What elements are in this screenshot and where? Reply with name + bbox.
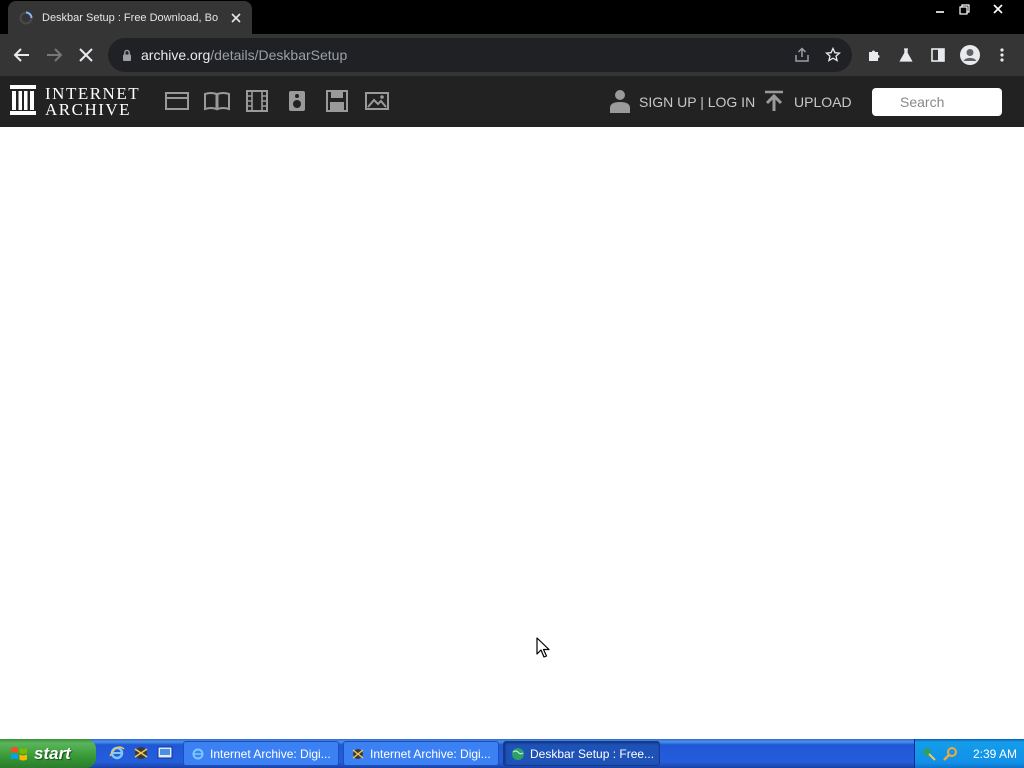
system-tray: 2:39 AM — [914, 739, 1024, 768]
start-button[interactable]: start — [0, 739, 96, 768]
taskbar-item-label: Internet Archive: Digi... — [210, 746, 331, 761]
browser-menu-icon[interactable] — [990, 43, 1014, 67]
browser-tab-strip: Deskbar Setup : Free Download, Bo — [0, 0, 1024, 34]
taskbar-item-label: Deskbar Setup : Free... — [530, 746, 655, 761]
page-content-area — [0, 127, 1024, 739]
sign-up-log-in-label: SIGN UP | LOG IN — [639, 94, 756, 110]
windows-flag-icon — [10, 745, 28, 763]
profile-avatar-icon[interactable] — [958, 43, 982, 67]
stop-loading-icon[interactable] — [74, 43, 98, 67]
screen: Deskbar Setup : Free Download, Bo archiv… — [0, 0, 1024, 768]
chrome-globe-icon — [510, 746, 526, 762]
upload-label: UPLOAD — [794, 94, 852, 110]
clock[interactable]: 2:39 AM — [973, 747, 1017, 761]
upload-link[interactable]: UPLOAD — [764, 89, 852, 115]
logo-wordmark: INTERNET ARCHIVE — [45, 85, 140, 119]
mouse-pointer-icon — [536, 637, 550, 658]
media-player-icon — [350, 746, 366, 762]
lock-icon[interactable] — [120, 48, 134, 62]
taskbar: start Internet Archive: Digi... Internet… — [0, 739, 1024, 768]
minimize-window-icon[interactable] — [928, 0, 952, 18]
internet-explorer-icon — [190, 746, 206, 762]
start-label: start — [34, 743, 71, 763]
close-tab-icon[interactable] — [228, 10, 244, 26]
search-input[interactable] — [872, 88, 1002, 116]
side-panel-icon[interactable] — [926, 43, 950, 67]
forward-arrow-icon[interactable] — [42, 43, 66, 67]
labs-flask-icon[interactable] — [894, 43, 918, 67]
browser-tab[interactable]: Deskbar Setup : Free Download, Bo — [8, 1, 252, 34]
show-desktop-icon[interactable] — [156, 744, 174, 762]
taskbar-item[interactable]: Internet Archive: Digi... — [343, 741, 499, 766]
network-icon[interactable] — [921, 746, 937, 762]
archive-building-icon — [9, 84, 37, 121]
texts-book-icon[interactable] — [204, 89, 230, 113]
close-window-icon[interactable] — [986, 0, 1010, 18]
share-icon[interactable] — [792, 45, 812, 65]
loading-spinner-icon — [18, 10, 34, 26]
internet-archive-nav: INTERNET ARCHIVE SIGN UP | LOG IN UPLOAD… — [0, 76, 1024, 127]
internet-archive-logo[interactable]: INTERNET ARCHIVE — [9, 84, 140, 121]
internet-explorer-icon[interactable] — [108, 744, 126, 762]
images-picture-icon[interactable] — [364, 89, 390, 113]
audio-speaker-icon[interactable] — [284, 89, 310, 113]
search-icon[interactable] — [943, 746, 959, 762]
bookmark-star-icon[interactable] — [823, 45, 843, 65]
url-text: archive.org/details/DeskbarSetup — [141, 47, 347, 63]
logo-line-archive: ARCHIVE — [45, 100, 132, 119]
web-icon[interactable] — [164, 89, 190, 113]
taskbar-item[interactable]: Internet Archive: Digi... — [183, 741, 339, 766]
sign-up-log-in-link[interactable]: SIGN UP | LOG IN — [610, 89, 755, 115]
browser-toolbar: archive.org/details/DeskbarSetup — [0, 34, 1024, 76]
back-arrow-icon[interactable] — [10, 43, 34, 67]
url-host: archive.org — [141, 47, 211, 63]
media-type-icons — [160, 76, 400, 127]
media-player-icon[interactable] — [132, 744, 150, 762]
extensions-puzzle-icon[interactable] — [862, 43, 886, 67]
software-floppy-icon[interactable] — [324, 89, 350, 113]
address-bar[interactable]: archive.org/details/DeskbarSetup — [108, 38, 852, 72]
video-film-icon[interactable] — [244, 89, 270, 113]
taskbar-item-label: Internet Archive: Digi... — [370, 746, 491, 761]
restore-window-icon[interactable] — [952, 0, 976, 18]
tab-title: Deskbar Setup : Free Download, Bo — [42, 11, 219, 24]
taskbar-item-active[interactable]: Deskbar Setup : Free... — [503, 741, 660, 766]
url-path: /details/DeskbarSetup — [210, 47, 348, 63]
user-icon — [610, 89, 630, 116]
upload-arrow-icon — [764, 90, 784, 115]
